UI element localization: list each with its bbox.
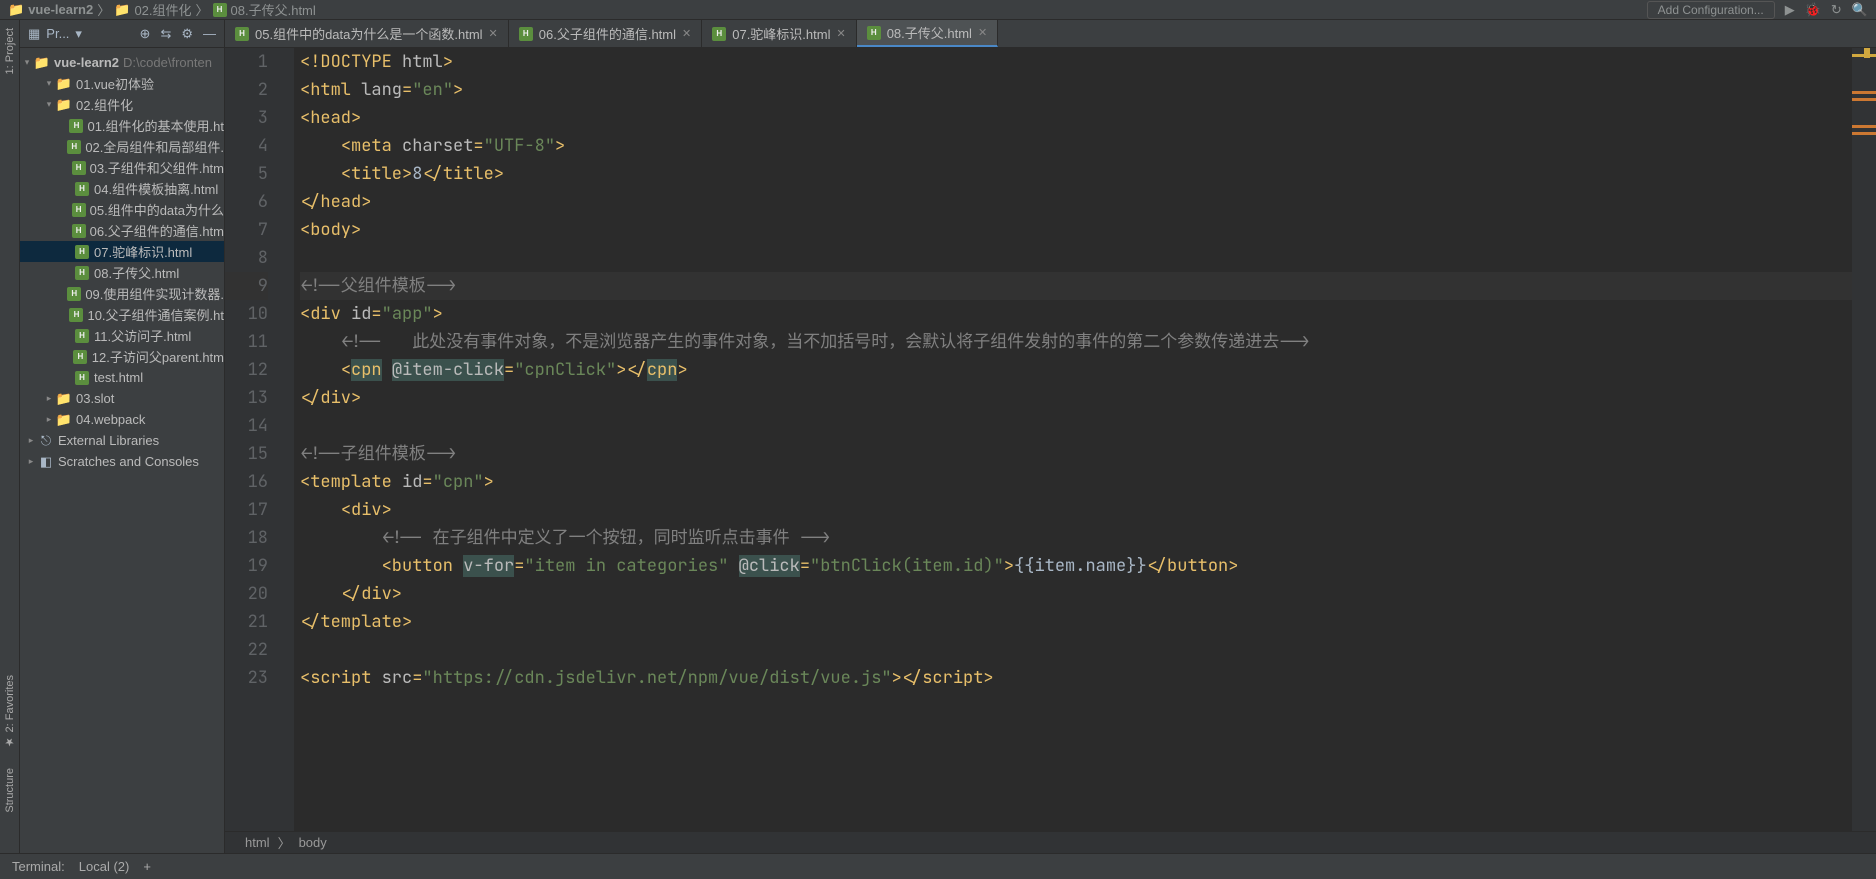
tree-item[interactable]: ▸📁03.slot — [20, 388, 224, 409]
project-dropdown[interactable]: Pr... — [46, 26, 69, 41]
gear-icon[interactable]: ⚙ — [181, 26, 193, 42]
add-configuration-button[interactable]: Add Configuration... — [1647, 1, 1775, 19]
code-editor[interactable]: <!DOCTYPE html><html lang="en"><head> <m… — [294, 48, 1852, 831]
search-icon[interactable]: 🔍 — [1852, 2, 1868, 18]
tree-item[interactable]: H04.组件模板抽离.html — [20, 178, 224, 199]
bottom-bar: Terminal: Local (2) + — [0, 853, 1876, 879]
editor-breadcrumb[interactable]: html 〉 body — [225, 831, 1876, 853]
target-icon[interactable]: ⊕ — [140, 26, 151, 42]
tree-item[interactable]: Htest.html — [20, 367, 224, 388]
fold-gutter[interactable] — [280, 48, 294, 831]
line-gutter: 1234567891011121314151617181920212223 — [225, 48, 280, 831]
terminal-add[interactable]: + — [143, 859, 151, 874]
tree-item[interactable]: ▾📁01.vue初体验 — [20, 73, 224, 94]
top-bar: 📁 vue-learn2 〉 📁 02.组件化 〉 H 08.子传父.html … — [0, 0, 1876, 20]
tree-root[interactable]: ▾ 📁 vue-learn2 D:\code\fronten — [20, 52, 224, 73]
hide-icon[interactable]: — — [203, 26, 216, 42]
tree-item[interactable]: H09.使用组件实现计数器. — [20, 283, 224, 304]
tree-item[interactable]: ▾📁02.组件化 — [20, 94, 224, 115]
tree-item[interactable]: ▸⎋External Libraries — [20, 430, 224, 451]
close-icon[interactable]: ✕ — [836, 27, 845, 40]
breadcrumb: 📁 vue-learn2 〉 📁 02.组件化 〉 H 08.子传父.html — [8, 0, 316, 19]
editor-tab[interactable]: H06.父子组件的通信.html✕ — [509, 20, 702, 47]
tree-item[interactable]: H06.父子组件的通信.htm — [20, 220, 224, 241]
debug-icon[interactable]: 🐞 — [1805, 2, 1821, 18]
tree-item[interactable]: ▸◧Scratches and Consoles — [20, 451, 224, 472]
collapse-icon[interactable]: ⇆ — [160, 26, 171, 42]
breadcrumb-root[interactable]: 📁 vue-learn2 — [8, 2, 93, 18]
terminal-local[interactable]: Local (2) — [79, 859, 130, 874]
tree-item[interactable]: H07.驼峰标识.html — [20, 241, 224, 262]
run-icon[interactable]: ▶ — [1785, 2, 1795, 18]
editor-tab[interactable]: H07.驼峰标识.html✕ — [702, 20, 856, 47]
editor-tab[interactable]: H08.子传父.html✕ — [857, 20, 998, 47]
close-icon[interactable]: ✕ — [978, 26, 987, 39]
editor-tab[interactable]: H05.组件中的data为什么是一个函数.html✕ — [225, 20, 509, 47]
tree-item[interactable]: ▸📁04.webpack — [20, 409, 224, 430]
tree-item[interactable]: H02.全局组件和局部组件. — [20, 136, 224, 157]
close-icon[interactable]: ✕ — [682, 27, 691, 40]
minimap[interactable] — [1852, 48, 1876, 831]
breadcrumb-folder[interactable]: 📁 02.组件化 — [114, 0, 191, 19]
project-tree[interactable]: ▾ 📁 vue-learn2 D:\code\fronten ▾📁01.vue初… — [20, 48, 224, 853]
left-tool-gutter: 1: Project ★ 2: Favorites Structure — [0, 20, 20, 853]
close-icon[interactable]: ✕ — [489, 27, 498, 40]
tree-item[interactable]: H05.组件中的data为什么 — [20, 199, 224, 220]
breadcrumb-file[interactable]: H 08.子传父.html — [213, 0, 316, 19]
tree-item[interactable]: H03.子组件和父组件.htm — [20, 157, 224, 178]
terminal-tab[interactable]: Terminal: — [12, 859, 65, 874]
tree-item[interactable]: H11.父访问子.html — [20, 325, 224, 346]
project-panel: ▦ Pr... ▾ ⊕ ⇆ ⚙ — ▾ 📁 vue-learn2 D:\code… — [20, 20, 225, 853]
analysis-indicator[interactable] — [1864, 48, 1870, 58]
tree-item[interactable]: H10.父子组件通信案例.ht — [20, 304, 224, 325]
stop-icon[interactable]: ↻ — [1831, 2, 1842, 18]
side-tab-structure[interactable]: Structure — [4, 768, 16, 813]
tree-item[interactable]: H08.子传父.html — [20, 262, 224, 283]
tree-item[interactable]: H01.组件化的基本使用.ht — [20, 115, 224, 136]
side-tab-project[interactable]: 1: Project — [4, 28, 16, 74]
side-tab-favorites[interactable]: ★ 2: Favorites — [3, 675, 16, 749]
tree-item[interactable]: H12.子访问父parent.htm — [20, 346, 224, 367]
tab-bar: H05.组件中的data为什么是一个函数.html✕H06.父子组件的通信.ht… — [225, 20, 1876, 48]
